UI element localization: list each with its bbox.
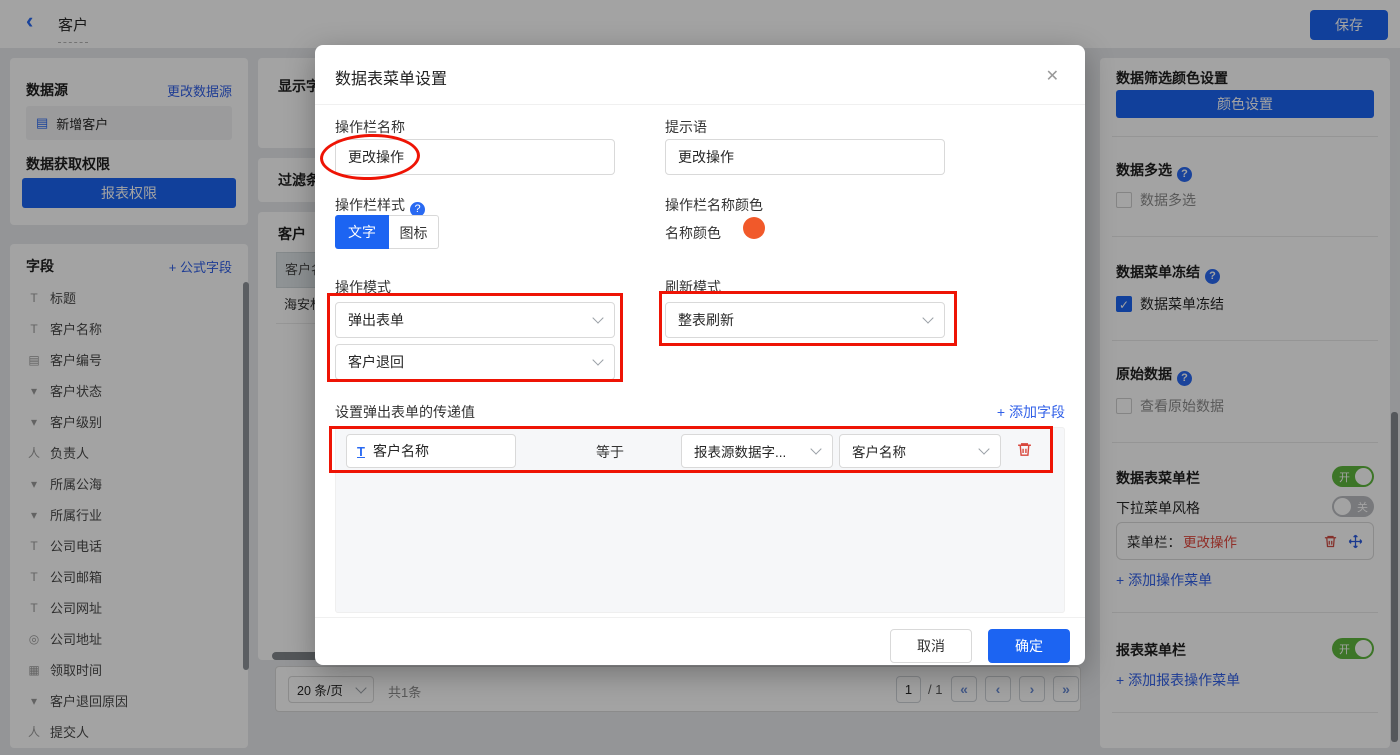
mode-select[interactable]: 弹出表单: [335, 302, 615, 338]
chevron-down-icon: [978, 443, 990, 455]
modal-header-divider: [315, 104, 1085, 105]
action-name-input[interactable]: [335, 139, 615, 175]
refresh-select[interactable]: 整表刷新: [665, 302, 945, 338]
transfer-source-select[interactable]: 报表源数据字...: [681, 434, 833, 468]
modal-title: 数据表菜单设置: [335, 71, 448, 88]
delete-row-icon[interactable]: [1016, 441, 1033, 458]
cancel-button[interactable]: 取消: [890, 629, 972, 663]
tooltip-input[interactable]: [665, 139, 945, 175]
table-menu-settings-modal: 数据表菜单设置 ✕ 操作栏名称 提示语 操作栏样式? 操作栏名称颜色 文字 图标…: [315, 45, 1085, 665]
mode-action-select-value: 客户退回: [348, 354, 404, 370]
add-field-link[interactable]: + 添加字段: [997, 402, 1065, 422]
mode-action-select[interactable]: 客户退回: [335, 344, 615, 380]
ok-button[interactable]: 确定: [988, 629, 1070, 663]
mode-select-value: 弹出表单: [348, 312, 404, 328]
transfer-value-select[interactable]: 客户名称: [839, 434, 1001, 468]
transfer-operator: 等于: [596, 444, 624, 460]
tab-icon[interactable]: 图标: [389, 215, 439, 249]
page-scrollbar[interactable]: [1391, 412, 1398, 742]
transfer-source-value: 报表源数据字...: [694, 445, 787, 460]
transfer-field-input[interactable]: [372, 443, 493, 459]
transfer-label: 设置弹出表单的传递值: [335, 404, 475, 420]
mode-label: 操作模式: [335, 279, 391, 295]
tooltip-label: 提示语: [665, 119, 707, 135]
transfer-field-input-wrap: T: [346, 434, 516, 468]
chevron-down-icon: [592, 312, 604, 324]
name-color-label: 名称颜色: [665, 225, 721, 241]
refresh-label: 刷新模式: [665, 279, 721, 295]
chevron-down-icon: [810, 443, 822, 455]
style-label: 操作栏样式?: [335, 195, 425, 217]
text-field-icon: T: [357, 443, 365, 459]
transfer-values-panel: T 等于 报表源数据字... 客户名称: [335, 427, 1065, 613]
chevron-down-icon: [592, 354, 604, 366]
modal-footer-divider: [315, 617, 1085, 618]
color-section-label: 操作栏名称颜色: [665, 197, 763, 213]
name-color-swatch[interactable]: [743, 217, 765, 239]
close-icon[interactable]: ✕: [1046, 66, 1059, 86]
chevron-down-icon: [922, 312, 934, 324]
tab-text[interactable]: 文字: [335, 215, 389, 249]
refresh-select-value: 整表刷新: [678, 312, 734, 328]
transfer-value-value: 客户名称: [852, 445, 906, 460]
action-name-label: 操作栏名称: [335, 119, 405, 135]
